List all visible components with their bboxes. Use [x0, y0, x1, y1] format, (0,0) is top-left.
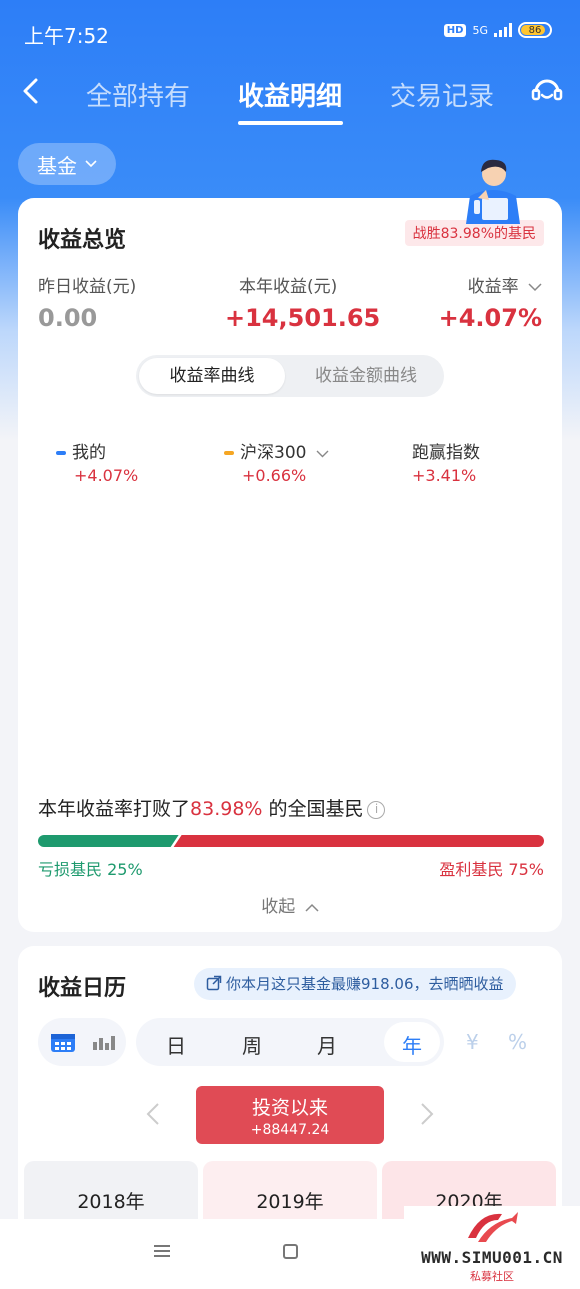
- share-earnings-text: 你本月这只基金最赚918.06，去晒晒收益: [226, 975, 504, 993]
- loss-investors-label: 亏损基民 25%: [38, 860, 143, 879]
- tab-earnings-detail[interactable]: 收益明细: [238, 76, 342, 113]
- profit-investors-label: 盈利基民 75%: [439, 860, 544, 879]
- year-earnings-label: 本年收益(元): [239, 277, 338, 297]
- tab-transactions[interactable]: 交易记录: [390, 76, 494, 113]
- curve-toggle: 收益率曲线 收益金额曲线: [136, 355, 444, 397]
- tab-rate-curve[interactable]: 收益率曲线: [139, 358, 285, 394]
- legend-mine-label: 我的: [72, 443, 106, 463]
- battery-icon: 86: [518, 22, 552, 38]
- back-arrow-icon[interactable]: [18, 76, 46, 106]
- period-year[interactable]: 年: [392, 1030, 432, 1059]
- calendar-title: 收益日历: [38, 976, 127, 1001]
- status-bar: 上午7:52 HD 5G 86: [0, 0, 580, 64]
- return-rate-value: +4.07%: [438, 304, 542, 332]
- tab-amount-curve[interactable]: 收益金额曲线: [296, 355, 436, 397]
- since-investment-button[interactable]: 投资以来 +88447.24: [196, 1086, 384, 1144]
- profit-loss-bar: [38, 835, 544, 847]
- beat-statement: 本年收益率打败了83.98% 的全国基民 i: [38, 794, 386, 821]
- legend-mine: 我的: [56, 438, 106, 463]
- earnings-overview-card: 收益总览 战胜83.98%的基民 昨日收益(元) 0.00 本年收益(元) +1…: [18, 198, 562, 932]
- yesterday-earnings-value: 0.00: [38, 304, 98, 332]
- collapse-button[interactable]: 收起: [18, 892, 562, 917]
- loss-segment: [38, 835, 179, 847]
- yesterday-earnings-label: 昨日收益(元): [38, 277, 137, 297]
- fund-filter-label: 基金: [37, 153, 77, 178]
- earnings-calendar-card: 收益日历 你本月这只基金最赚918.06，去晒晒收益 日 周 月 年 ¥ % 投…: [18, 946, 562, 1246]
- watermark: WWW.SIMU001.CN 私募社区: [404, 1206, 580, 1286]
- legend-outperform-label: 跑赢指数: [412, 443, 480, 463]
- calendar-icon[interactable]: [50, 1031, 76, 1053]
- beat-prefix: 本年收益率打败了: [38, 798, 191, 820]
- chevron-left-icon[interactable]: [146, 1102, 160, 1126]
- customer-service-icon[interactable]: [530, 74, 564, 108]
- year-earnings-value: +14,501.65: [225, 304, 381, 332]
- info-icon[interactable]: i: [367, 801, 386, 819]
- legend-csi300-label: 沪深300: [240, 443, 307, 463]
- chevron-down-icon: [528, 283, 542, 292]
- chevron-down-icon: [85, 160, 97, 168]
- bar-chart-icon[interactable]: [92, 1034, 116, 1050]
- mascot-illustration: [466, 159, 520, 224]
- status-icons: HD 5G 86: [443, 22, 552, 38]
- return-rate-label: 收益率: [467, 277, 519, 297]
- hd-icon: HD: [443, 23, 467, 37]
- simu-logo-icon: [468, 1212, 518, 1242]
- legend-outperform-value: +3.41%: [412, 466, 477, 485]
- watermark-site: WWW.SIMU001.CN: [421, 1248, 563, 1267]
- legend-dot-orange: [224, 451, 234, 455]
- active-tab-indicator: [238, 121, 343, 125]
- legend-dot-blue: [56, 451, 66, 455]
- fund-filter-dropdown[interactable]: 基金: [18, 143, 116, 185]
- chevron-down-icon: [316, 450, 329, 458]
- menu-icon[interactable]: [154, 1245, 170, 1257]
- tab-all-holdings[interactable]: 全部持有: [86, 76, 190, 113]
- legend-csi300-value: +0.66%: [242, 466, 307, 485]
- since-investment-label: 投资以来: [251, 1097, 328, 1119]
- unit-percent-toggle[interactable]: %: [508, 1030, 527, 1054]
- status-time: 上午7:52: [24, 24, 109, 48]
- period-month[interactable]: 月: [307, 1030, 347, 1059]
- view-toggle: [38, 1018, 126, 1066]
- legend-csi300[interactable]: 沪深300: [224, 438, 329, 463]
- profit-segment: [173, 835, 544, 847]
- overview-title: 收益总览: [38, 228, 127, 253]
- signal-icon: [494, 23, 512, 37]
- period-week[interactable]: 周: [232, 1030, 272, 1059]
- home-icon[interactable]: [283, 1244, 298, 1259]
- beat-percent: 83.98%: [190, 798, 263, 820]
- chevron-up-icon: [305, 903, 319, 912]
- period-selector: 日 周 月 年: [136, 1018, 444, 1066]
- watermark-sub: 私募社区: [470, 1270, 514, 1283]
- chevron-right-icon[interactable]: [420, 1102, 434, 1126]
- legend-mine-value: +4.07%: [74, 466, 139, 485]
- top-nav: 全部持有 收益明细 交易记录: [0, 64, 580, 128]
- external-link-icon: [206, 975, 222, 991]
- return-rate-selector[interactable]: 收益率: [468, 272, 542, 297]
- beat-suffix: 的全国基民: [268, 798, 364, 820]
- unit-yuan-toggle[interactable]: ¥: [466, 1030, 479, 1054]
- share-earnings-link[interactable]: 你本月这只基金最赚918.06，去晒晒收益: [194, 968, 516, 1000]
- collapse-label: 收起: [261, 897, 296, 917]
- since-investment-value: +88447.24: [250, 1122, 330, 1138]
- battery-level: 86: [528, 24, 542, 36]
- period-day[interactable]: 日: [156, 1030, 196, 1059]
- network-label: 5G: [472, 23, 488, 37]
